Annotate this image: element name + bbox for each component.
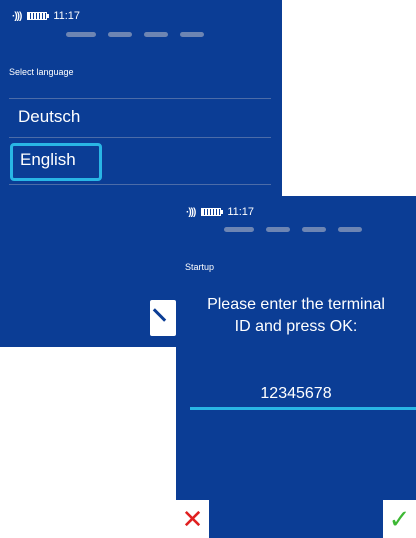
battery-icon xyxy=(27,12,50,20)
check-icon-partial xyxy=(152,308,167,322)
contactless-icon: ·))) xyxy=(186,206,196,218)
progress-dash xyxy=(266,227,290,232)
progress-dash xyxy=(66,32,96,37)
terminal-id-screen: ·))) 11:17 Startup Please enter the term… xyxy=(176,196,416,538)
divider xyxy=(9,98,271,99)
progress-dash xyxy=(338,227,362,232)
status-bar: ·))) 11:17 xyxy=(186,206,254,218)
check-icon: ✓ xyxy=(388,504,411,534)
language-option-english-label: English xyxy=(20,150,76,169)
progress-dash xyxy=(302,227,326,232)
prompt-line-2: ID and press OK: xyxy=(234,318,358,335)
status-bar: ·))) 11:17 xyxy=(12,10,80,22)
status-time: 11:17 xyxy=(227,206,255,218)
divider xyxy=(9,137,271,138)
terminal-id-input[interactable]: 12345678 xyxy=(176,385,416,403)
prompt-line-1: Please enter the terminal xyxy=(207,296,385,313)
status-time: 11:17 xyxy=(53,10,81,22)
ok-button[interactable]: ✓ xyxy=(383,500,416,538)
ok-button-partial[interactable] xyxy=(150,300,176,336)
progress-dash xyxy=(180,32,204,37)
cancel-button[interactable]: ✕ xyxy=(176,500,209,538)
divider xyxy=(9,184,271,185)
progress-dashes xyxy=(66,32,204,37)
language-option-deutsch[interactable]: Deutsch xyxy=(18,107,80,127)
progress-dash xyxy=(108,32,132,37)
input-underline xyxy=(190,407,416,410)
cancel-icon: ✕ xyxy=(181,504,204,534)
screen-title: Startup xyxy=(185,262,215,272)
progress-dashes xyxy=(224,227,362,232)
progress-dash xyxy=(224,227,254,232)
progress-dash xyxy=(144,32,168,37)
screen-title: Select language xyxy=(9,67,74,77)
battery-icon xyxy=(201,208,224,216)
contactless-icon: ·))) xyxy=(12,10,22,22)
